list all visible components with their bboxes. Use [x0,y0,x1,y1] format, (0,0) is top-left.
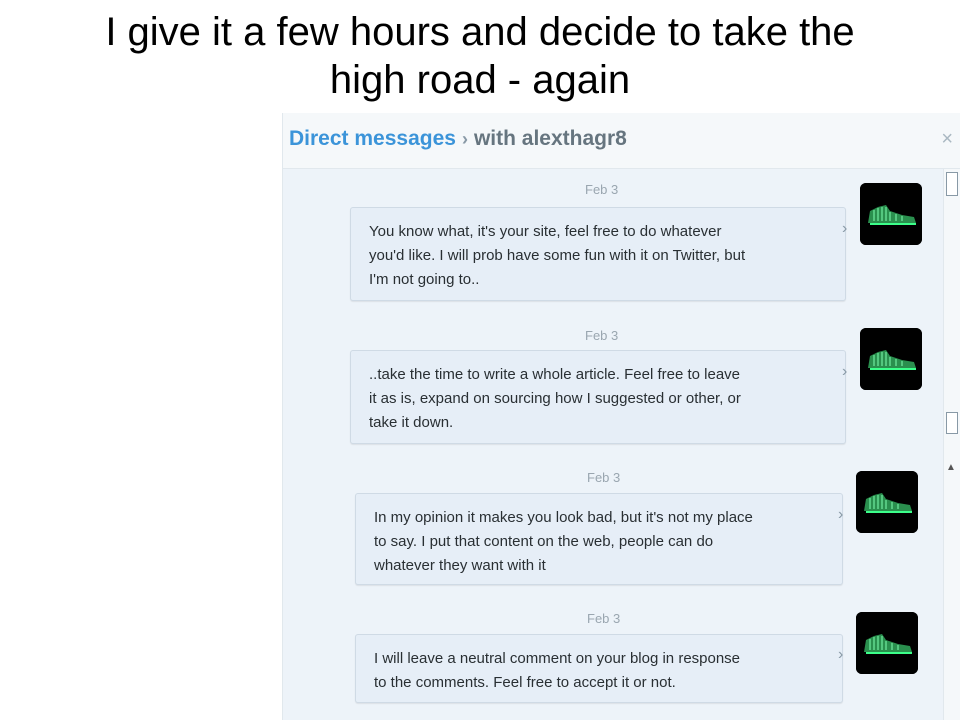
chevron-right-icon: › [838,506,844,523]
message-text: ..take the time to write a whole article… [369,363,831,435]
message-bubble: ..take the time to write a whole article… [350,350,846,444]
scrollbar-thumb[interactable] [946,412,958,434]
chevron-right-icon: › [838,646,844,663]
message-bubble: You know what, it's your site, feel free… [350,207,846,301]
scroll-up-arrow-icon[interactable]: ▲ [946,462,956,473]
meme-caption: I give it a few hours and decide to take… [0,8,960,104]
dm-title: Direct messages › with alexthagr8 [289,127,627,151]
caption-line-2: high road - again [329,58,631,102]
message-text: You know what, it's your site, feel free… [369,220,831,292]
message-date: Feb 3 [585,328,619,343]
message-text: In my opinion it makes you look bad, but… [374,506,828,578]
sneaker-avatar-icon[interactable] [860,183,922,245]
message-line: I'm not going to.. [369,271,480,288]
dm-header: Direct messages › with alexthagr8 × [283,113,960,169]
conversation-partner: with alexthagr8 [473,127,627,150]
close-icon[interactable]: × [941,128,953,151]
message-text: I will leave a neutral comment on your b… [374,647,828,695]
dm-title-link[interactable]: Direct messages [289,127,456,150]
message-line: I will leave a neutral comment on your b… [374,650,741,667]
message-line: to say. I put that content on the web, p… [374,533,714,550]
chevron-right-icon: › [842,363,848,380]
sneaker-avatar-icon[interactable] [856,471,918,533]
message-date: Feb 3 [587,611,621,626]
message-line: to the comments. Feel free to accept it … [374,674,676,691]
scrollbar-rail[interactable] [943,169,960,720]
message-line: you'd like. I will prob have some fun wi… [369,247,746,264]
sneaker-avatar-icon[interactable] [860,328,922,390]
message-line: whatever they want with it [374,557,546,574]
scrollbar-top-button[interactable] [946,172,958,196]
message-bubble: In my opinion it makes you look bad, but… [355,493,843,585]
caption-line-1: I give it a few hours and decide to take… [105,10,855,54]
sneaker-avatar-icon[interactable] [856,612,918,674]
message-line: take it down. [369,414,454,431]
message-bubble: I will leave a neutral comment on your b… [355,634,843,703]
message-date: Feb 3 [587,470,621,485]
message-line: In my opinion it makes you look bad, but… [374,509,753,526]
message-line: You know what, it's your site, feel free… [369,223,722,240]
message-line: ..take the time to write a whole article… [369,366,741,383]
message-date: Feb 3 [585,182,619,197]
message-line: it as is, expand on sourcing how I sugge… [369,390,741,407]
chevron-right-icon: › [842,220,848,237]
breadcrumb-separator: › [461,129,468,149]
